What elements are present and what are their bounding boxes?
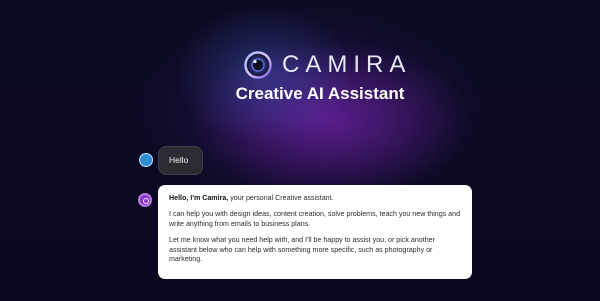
assistant-paragraph-capabilities: I can help you with design ideas, conten… bbox=[169, 210, 461, 228]
assistant-message-bubble: Hello, I'm Camira, your personal Creativ… bbox=[158, 185, 472, 279]
brand-logo: CAMIRA bbox=[244, 50, 411, 80]
user-avatar-icon bbox=[139, 153, 153, 167]
assistant-greeting-rest: your personal Creative assistant. bbox=[228, 194, 334, 202]
user-message-bubble: Hello bbox=[158, 146, 203, 175]
camera-lens-icon bbox=[244, 51, 272, 79]
page-title: Creative AI Assistant bbox=[235, 84, 405, 103]
brand-name: CAMIRA bbox=[282, 51, 412, 78]
assistant-greeting: Hello, I'm Camira, your personal Creativ… bbox=[169, 194, 461, 203]
assistant-greeting-bold: Hello, I'm Camira, bbox=[169, 194, 229, 202]
assistant-avatar-icon bbox=[138, 193, 152, 207]
assistant-paragraph-invite: Let me know what you need help with, and… bbox=[169, 236, 435, 264]
